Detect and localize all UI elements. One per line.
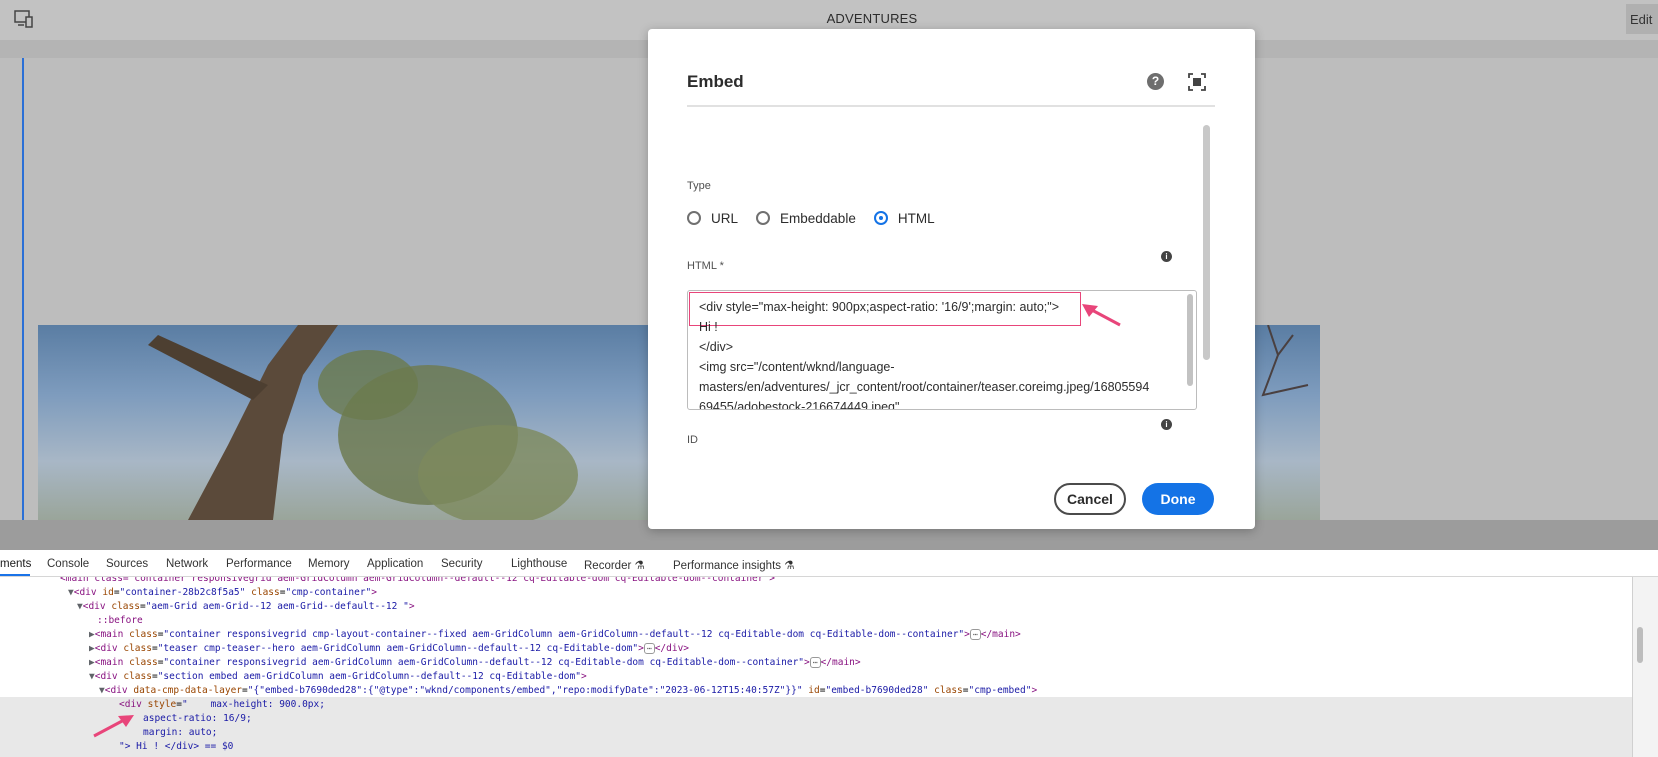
tab-performance[interactable]: Performance [226,558,292,570]
id-label: ID [687,434,698,444]
fullscreen-icon[interactable] [1188,73,1206,91]
html-line: </div> [699,340,734,354]
ellipsis-badge[interactable]: ⋯ [809,657,821,668]
tab-performance-insights[interactable]: Performance insights ⚗ [673,558,795,572]
dom-line[interactable]: ▼<div class="aem-Grid aem-Grid--12 aem-G… [77,600,415,614]
radio-button[interactable] [756,211,771,225]
dom-line-close[interactable]: "> Hi ! </div> == $0 [119,740,233,754]
radio-url-label: URL [711,210,739,226]
tab-application[interactable]: Application [367,558,423,570]
dom-line[interactable]: ::before [97,614,143,628]
elements-tree: <main class="container responsivegrid ae… [0,577,1632,757]
dom-line-style[interactable]: margin: auto; [143,726,217,740]
dom-line[interactable]: ▶<main class="container responsivegrid a… [89,656,861,670]
radio-html-label: HTML [897,210,935,226]
type-label: Type [687,180,711,192]
active-tab-indicator [0,574,30,576]
info-icon[interactable]: i [1161,251,1172,262]
info-icon[interactable]: i [1161,419,1172,430]
ellipsis-badge[interactable]: ⋯ [969,629,981,640]
devtools-tab-bar: ments Console Sources Network Performanc… [0,550,1658,577]
dom-line-style[interactable]: aspect-ratio: 16/9; [143,712,252,726]
html-line: masters/en/adventures/_jcr_content/root/… [699,380,1150,394]
edit-mode-button[interactable]: Edit [1626,4,1658,34]
dom-line[interactable]: ▶<main class="container responsivegrid c… [89,628,1021,642]
dom-line[interactable]: <main class="container responsivegrid ae… [60,577,775,586]
dialog-scrollbar[interactable] [1203,125,1210,360]
dom-line[interactable]: ▶<div class="teaser cmp-teaser--hero aem… [89,642,689,656]
radio-embeddable[interactable]: Embeddable [756,211,856,226]
html-line: <img src="/content/wknd/language- [699,360,895,374]
dialog-body: Type URL Embeddable HTML HTML * i <div s… [687,124,1199,444]
tab-recorder[interactable]: Recorder ⚗ [584,558,645,572]
html-line: <div style="max-height: 900px;aspect-rat… [699,300,1060,314]
annotation-arrow-icon [93,715,134,738]
done-button[interactable]: Done [1142,483,1214,515]
dom-line[interactable]: ▼<div class="section embed aem-GridColum… [89,670,587,684]
dom-line[interactable]: ▼<div id="container-28b2c8f5a5" class="c… [68,586,377,600]
tab-security[interactable]: Security [441,558,483,570]
devtools-side-pane [1632,577,1658,757]
radio-html[interactable]: HTML [873,210,935,226]
side-pane-scrollbar[interactable] [1637,627,1643,663]
dialog-title: Embed [687,72,744,91]
edit-overlay-line [22,58,24,520]
flask-icon: ⚗ [634,560,645,572]
html-textarea[interactable]: <div style="max-height: 900px;aspect-rat… [687,290,1197,410]
flask-icon: ⚗ [784,560,795,572]
dom-line-selected[interactable]: <div style=" max-height: 900.0px; [119,698,325,712]
tab-lighthouse[interactable]: Lighthouse [511,558,567,570]
radio-button-selected[interactable] [873,211,888,225]
tab-recorder-label: Recorder [584,560,632,572]
help-icon[interactable]: ? [1147,73,1164,90]
textarea-scrollbar[interactable] [1187,294,1193,386]
dom-line[interactable]: ▼<div data-cmp-data-layer="{"embed-b7690… [99,684,1037,698]
html-label: HTML * [687,260,724,272]
tab-elements[interactable]: ments [0,558,31,570]
dialog-divider [687,105,1215,107]
type-radio-group: URL Embeddable HTML [687,208,953,228]
cancel-button[interactable]: Cancel [1054,483,1126,515]
embed-dialog: Embed ? Type URL Embeddable HTML HTML * … [648,29,1255,529]
annotation-arrow-icon [1082,304,1121,327]
radio-button[interactable] [687,211,701,225]
tab-network[interactable]: Network [166,558,208,570]
html-line: Hi ! [699,320,718,334]
tab-memory[interactable]: Memory [308,558,350,570]
html-line: 69455/adobestock-216674449.jpeg" [699,400,900,410]
tab-sources[interactable]: Sources [106,558,148,570]
radio-url[interactable]: URL [687,211,738,226]
radio-embeddable-label: Embeddable [780,210,856,226]
page-title: ADVENTURES [826,11,918,26]
ellipsis-badge[interactable]: ⋯ [643,643,655,654]
tab-performance-insights-label: Performance insights [673,560,782,572]
tab-console[interactable]: Console [47,558,89,570]
